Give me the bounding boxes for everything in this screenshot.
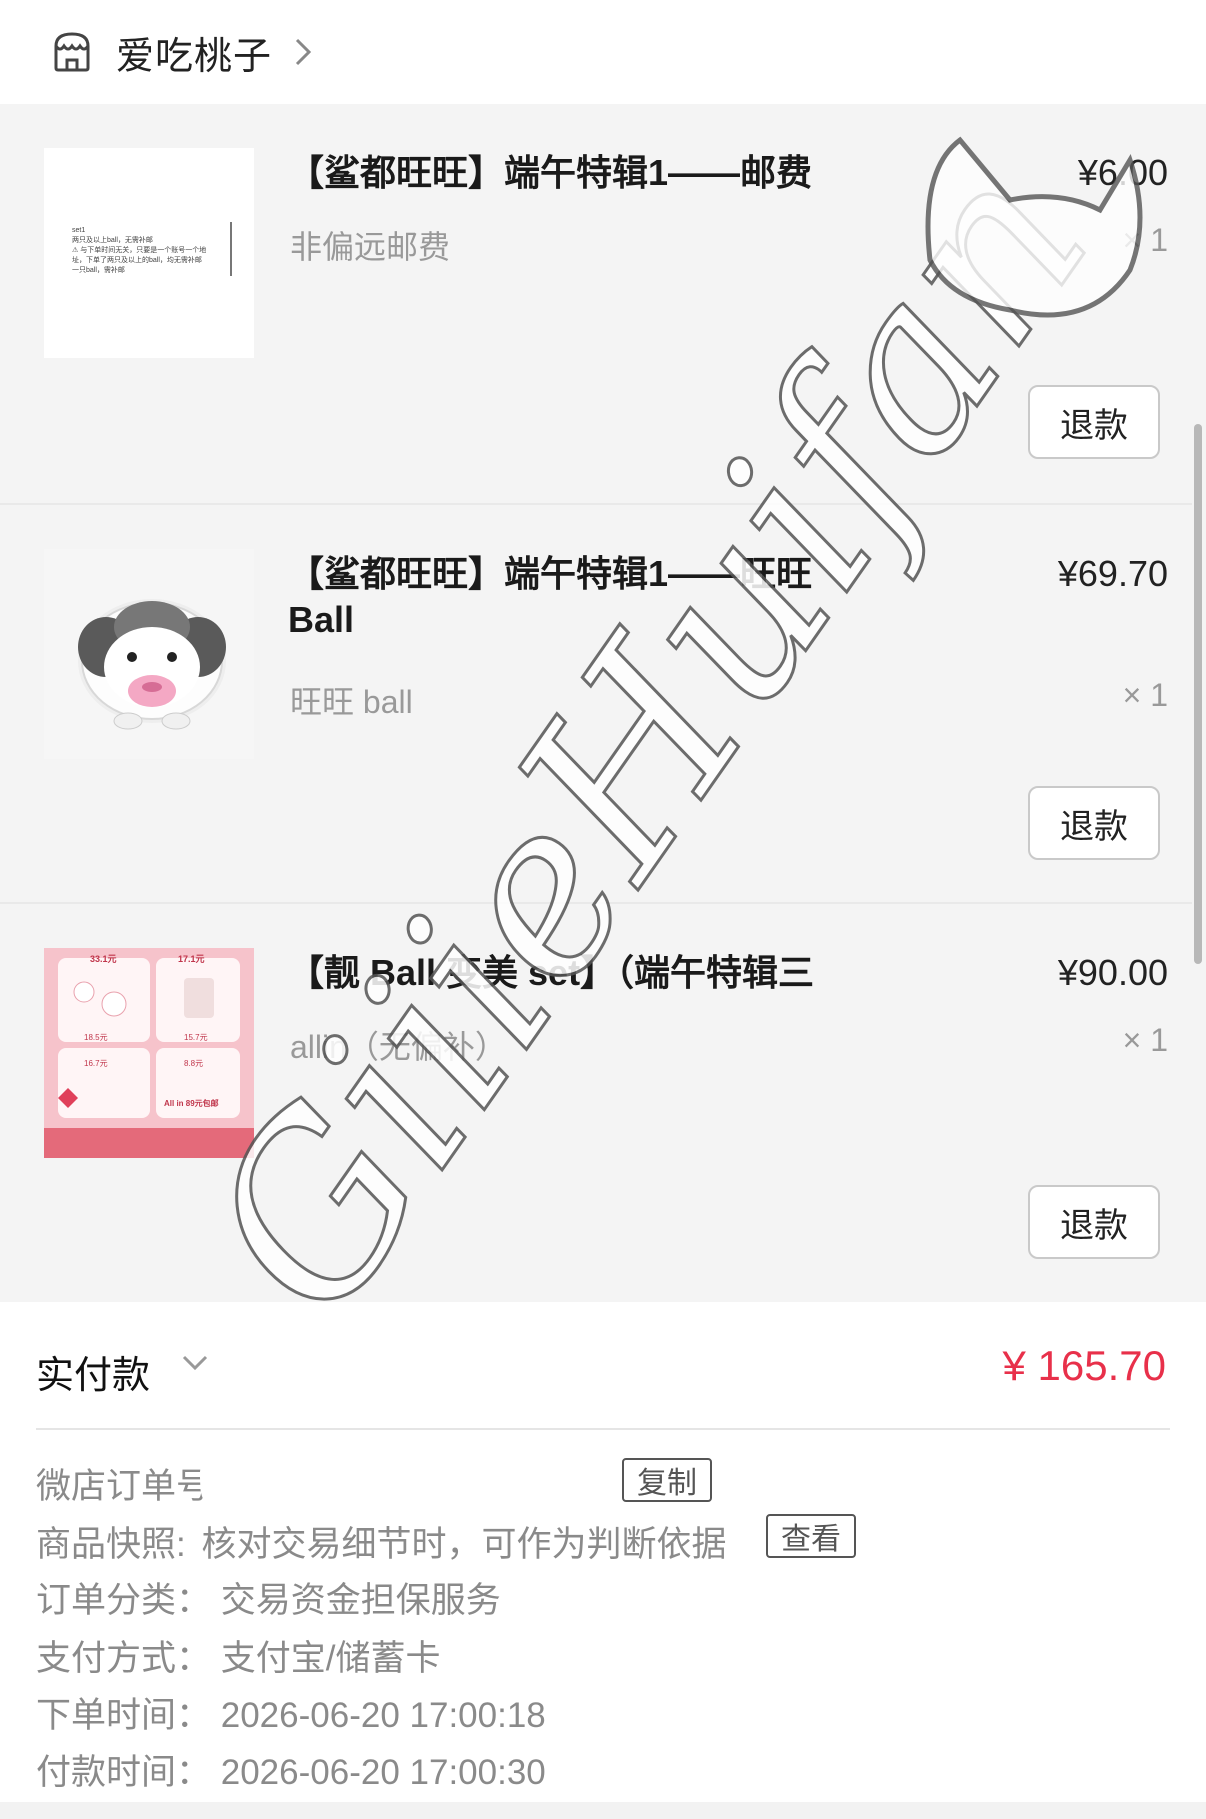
payment-time-row: 付款时间： 2026-06-20 17:00:30 bbox=[36, 1744, 546, 1795]
paid-amount-label: 实付款 bbox=[36, 1355, 151, 1397]
snapshot-label: 商品快照: bbox=[36, 1525, 186, 1564]
refund-button[interactable]: 退款 bbox=[1028, 1185, 1160, 1259]
snapshot-row: 商品快照: 核对交易细节时，可作为判断依据 bbox=[36, 1516, 726, 1567]
product-spec: allin（无偏补） bbox=[290, 1029, 507, 1065]
order-category-label: 订单分类： bbox=[36, 1581, 212, 1620]
payment-method-row: 支付方式： 支付宝/储蓄卡 bbox=[36, 1630, 440, 1681]
order-number-row: 微店订单号 bbox=[36, 1458, 211, 1509]
product-thumbnail[interactable] bbox=[44, 549, 254, 759]
order-item[interactable]: 【鲨都旺旺】端午特辑1——旺旺 Ball 旺旺 ball ¥69.70 × 1 … bbox=[0, 503, 1192, 902]
thumbnail-price-tag: 33.1元 bbox=[90, 954, 117, 964]
product-quantity: × 1 bbox=[1122, 1022, 1168, 1058]
refund-button[interactable]: 退款 bbox=[1028, 786, 1160, 860]
order-time-row: 下单时间： 2026-06-20 17:00:18 bbox=[36, 1687, 546, 1738]
thumbnail-price-tag: 16.7元 bbox=[84, 1059, 108, 1068]
divider bbox=[36, 1428, 1170, 1430]
payment-method-value: 支付宝/储蓄卡 bbox=[220, 1639, 441, 1678]
snapshot-text: 核对交易细节时，可作为判断依据 bbox=[201, 1525, 727, 1564]
payment-method-label: 支付方式： bbox=[36, 1639, 212, 1678]
chevron-down-icon[interactable] bbox=[182, 1354, 208, 1372]
shop-icon bbox=[54, 32, 90, 72]
product-title[interactable]: 【鲨都旺旺】端午特辑1——旺旺 Ball bbox=[288, 551, 848, 643]
copy-button[interactable]: 复制 bbox=[622, 1458, 712, 1502]
thumbnail-price-tag: 15.7元 bbox=[184, 1033, 208, 1042]
shop-header[interactable]: 爱吃桃子 bbox=[0, 0, 1206, 104]
product-quantity: × 1 bbox=[1122, 222, 1168, 258]
plush-toy-image bbox=[44, 549, 254, 759]
order-items-list: set1 两只及以上ball，无需补邮 ⚠ 与下单时间无关，只要是一个账号一个地… bbox=[0, 104, 1206, 1302]
thumbnail-price-tag: 18.5元 bbox=[84, 1033, 108, 1042]
product-thumbnail[interactable]: set1 两只及以上ball，无需补邮 ⚠ 与下单时间无关，只要是一个账号一个地… bbox=[44, 148, 254, 358]
product-thumbnail[interactable]: 33.1元 17.1元 18.5元 15.7元 16.7元 8.8元 All i… bbox=[44, 948, 254, 1158]
shop-name: 爱吃桃子 bbox=[116, 35, 273, 78]
product-title[interactable]: 【靓 Ball 变美 set】（端午特辑三 bbox=[288, 950, 848, 996]
paid-amount-row[interactable]: 实付款 ¥ 165.70 bbox=[0, 1302, 1206, 1430]
thumbnail-notice-text: set1 两只及以上ball，无需补邮 ⚠ 与下单时间无关，只要是一个账号一个地… bbox=[72, 227, 207, 274]
product-title[interactable]: 【鲨都旺旺】端午特辑1——邮费 bbox=[288, 150, 848, 196]
order-time-value: 2026-06-20 17:00:18 bbox=[220, 1696, 546, 1735]
chevron-right-icon bbox=[295, 38, 312, 66]
scrollbar[interactable] bbox=[1194, 424, 1202, 964]
order-item[interactable]: set1 两只及以上ball，无需补邮 ⚠ 与下单时间无关，只要是一个账号一个地… bbox=[0, 104, 1192, 503]
product-price: ¥6.00 bbox=[1077, 152, 1168, 193]
order-category-value: 交易资金担保服务 bbox=[220, 1581, 501, 1620]
product-price: ¥90.00 bbox=[1057, 952, 1168, 993]
product-price: ¥69.70 bbox=[1057, 553, 1168, 594]
order-category-row: 订单分类： 交易资金担保服务 bbox=[36, 1572, 501, 1623]
paid-amount-value: ¥ 165.70 bbox=[1002, 1342, 1167, 1389]
order-item[interactable]: 33.1元 17.1元 18.5元 15.7元 16.7元 8.8元 All i… bbox=[0, 902, 1192, 1301]
bottom-bar bbox=[0, 1802, 1206, 1819]
refund-button[interactable]: 退款 bbox=[1028, 385, 1160, 459]
payment-time-value: 2026-06-20 17:00:30 bbox=[220, 1753, 546, 1792]
redacted-order-number bbox=[198, 1430, 622, 1518]
product-spec: 旺旺 ball bbox=[290, 684, 413, 720]
thumbnail-caption: All in 89元包邮 bbox=[164, 1099, 219, 1108]
order-time-label: 下单时间： bbox=[36, 1696, 212, 1735]
order-number-label: 微店订单号 bbox=[36, 1467, 212, 1506]
product-spec: 非偏远邮费 bbox=[290, 229, 451, 265]
thumbnail-price-tag: 17.1元 bbox=[178, 954, 205, 964]
promo-poster-image bbox=[44, 948, 254, 1158]
payment-time-label: 付款时间： bbox=[36, 1753, 212, 1792]
product-quantity: × 1 bbox=[1122, 677, 1168, 713]
view-snapshot-button[interactable]: 查看 bbox=[766, 1514, 856, 1558]
thumbnail-price-tag: 8.8元 bbox=[184, 1059, 204, 1068]
